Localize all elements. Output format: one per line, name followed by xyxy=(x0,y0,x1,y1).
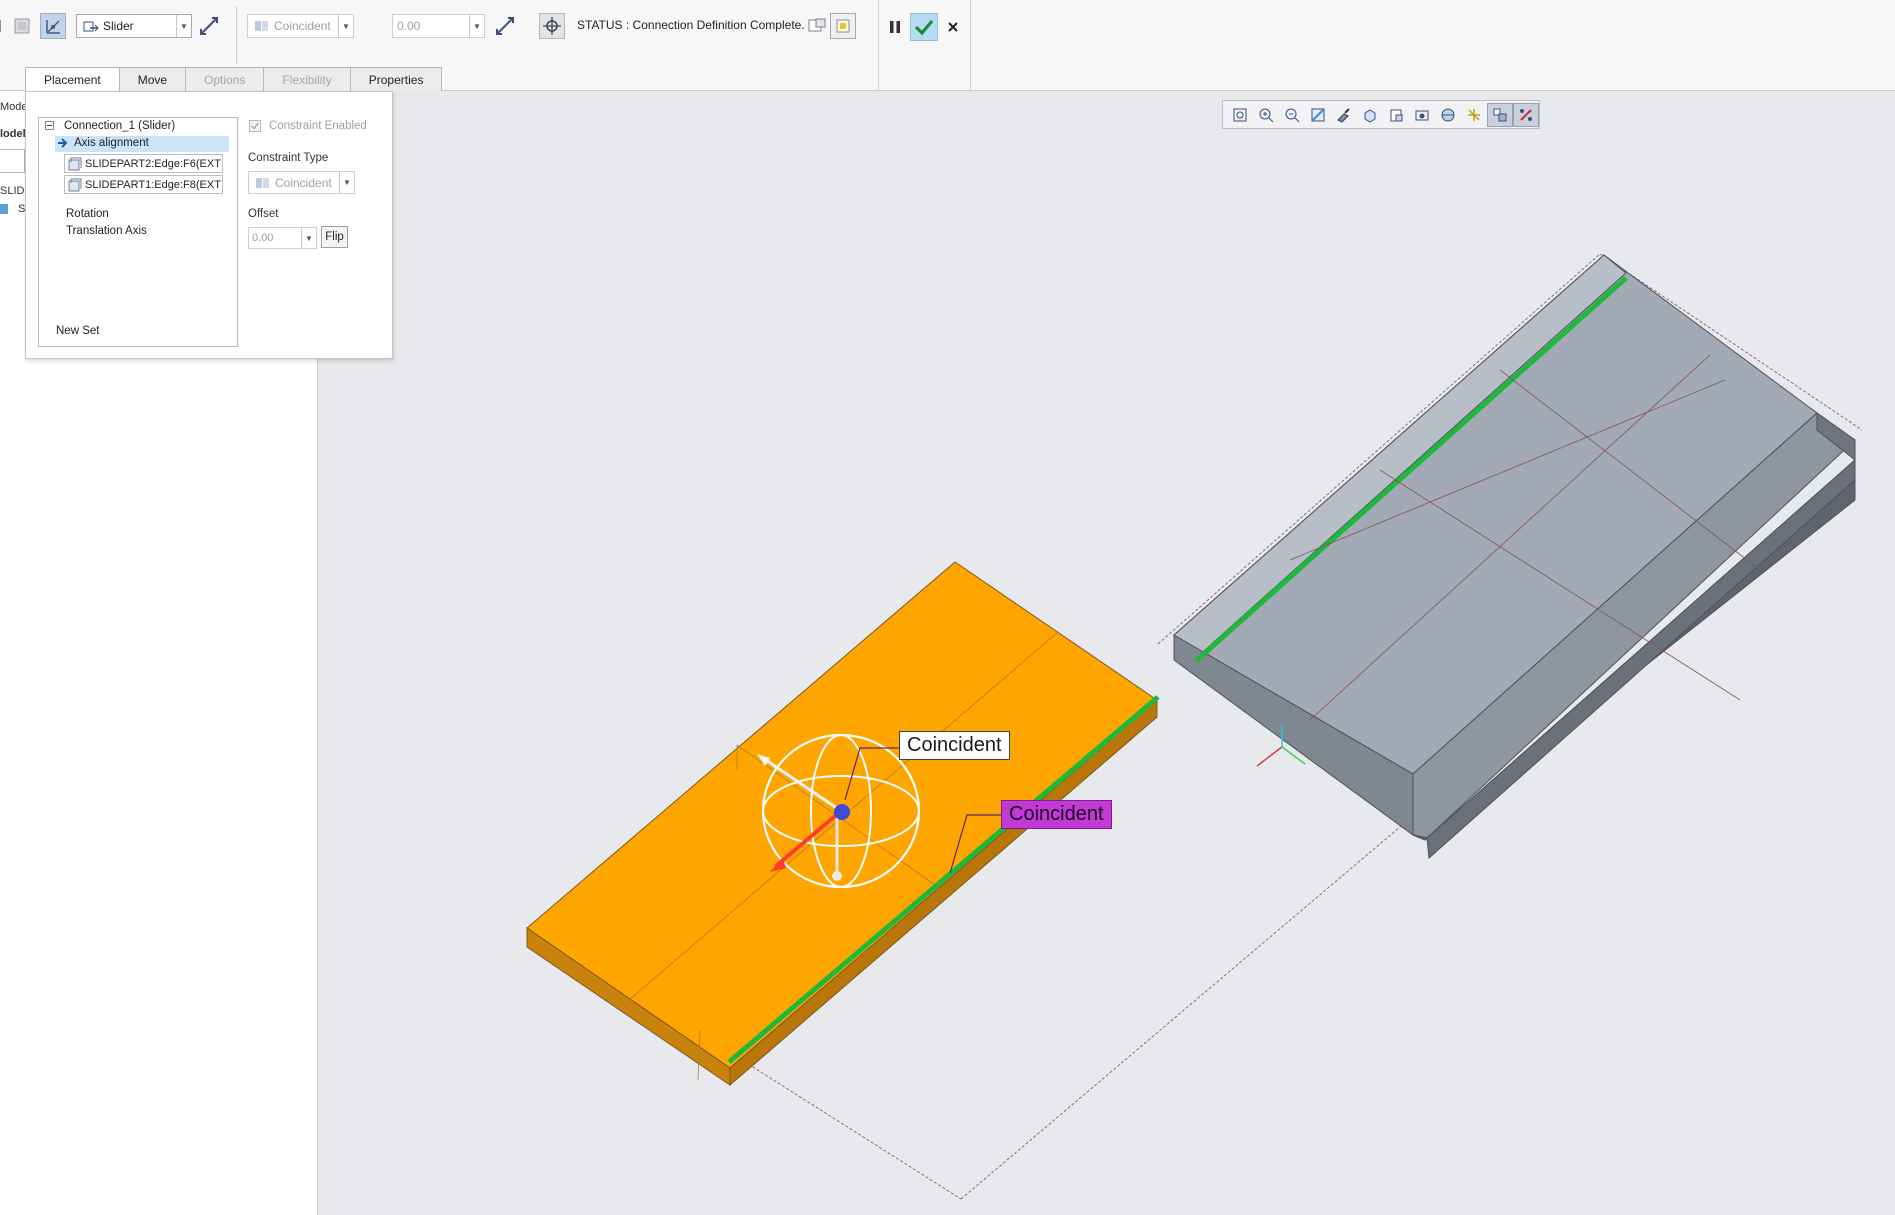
coincident-annotation-magenta[interactable]: Coincident xyxy=(1001,800,1112,829)
show-component-icon[interactable] xyxy=(830,13,856,39)
model-tree-label: Mode xyxy=(0,101,28,113)
dashboard-tabs: Placement Move Options Flexibility Prope… xyxy=(25,67,443,92)
constraint-item-axis-alignment[interactable]: Axis alignment xyxy=(55,136,229,152)
refit-icon[interactable] xyxy=(1227,103,1253,127)
annotation-display-icon[interactable] xyxy=(1513,102,1539,127)
new-set-item[interactable]: New Set xyxy=(56,325,99,337)
close-icon[interactable] xyxy=(940,14,966,40)
toolbar-separator xyxy=(236,6,237,64)
slider-icon xyxy=(83,19,99,33)
flip-constraint-icon[interactable] xyxy=(492,13,518,39)
connection-type-value: Slider xyxy=(103,19,134,33)
part-icon xyxy=(0,203,10,218)
offset-label: Offset xyxy=(248,208,279,220)
connection-item[interactable]: Connection_1 (Slider) xyxy=(64,120,175,132)
coincident-icon xyxy=(254,19,270,33)
graphics-window[interactable]: Coincident Coincident xyxy=(318,91,1895,1215)
tab-flexibility[interactable]: Flexibility xyxy=(263,67,351,91)
coincident-icon xyxy=(255,176,271,190)
repaint-icon[interactable] xyxy=(1305,103,1331,127)
model-tree-header: lodel xyxy=(0,128,26,140)
translation-axis-item[interactable]: Translation Axis xyxy=(66,225,147,237)
saved-views-icon[interactable] xyxy=(1357,103,1383,127)
offset-input[interactable]: 0.00 ▼ xyxy=(392,14,485,38)
toolbar-separator xyxy=(970,0,971,90)
chevron-down-icon[interactable]: ▼ xyxy=(469,15,484,37)
display-style-icon[interactable] xyxy=(1383,103,1409,127)
mechanism-connection-icon[interactable] xyxy=(40,13,66,39)
zoom-out-icon[interactable] xyxy=(1279,103,1305,127)
offset-field[interactable]: 0.00 ▼ xyxy=(248,227,317,249)
collapse-icon[interactable] xyxy=(45,121,55,134)
flip-direction-icon[interactable] xyxy=(196,13,222,39)
view-toolbar xyxy=(1222,100,1540,129)
move-component-icon[interactable] xyxy=(539,13,565,39)
chevron-down-icon[interactable]: ▼ xyxy=(338,15,353,37)
zoom-in-icon[interactable] xyxy=(1253,103,1279,127)
tab-options[interactable]: Options xyxy=(185,67,265,91)
constraint-set-tree: Connection_1 (Slider) Axis alignment SLI… xyxy=(38,117,238,347)
offset-field-value: 0.00 xyxy=(252,232,274,244)
spin-center-icon[interactable] xyxy=(1487,102,1513,127)
arrow-right-icon xyxy=(57,137,69,152)
shading-icon[interactable] xyxy=(1331,103,1357,127)
status-text: STATUS : Connection Definition Complete. xyxy=(577,18,805,32)
appearance-icon[interactable] xyxy=(1435,103,1461,127)
toolbar-separator xyxy=(878,0,879,90)
partial-icon[interactable] xyxy=(0,13,4,39)
tab-properties[interactable]: Properties xyxy=(349,67,443,91)
chevron-down-icon[interactable]: ▼ xyxy=(301,228,316,248)
connection-type-select[interactable]: Slider ▼ xyxy=(76,14,192,38)
reference-label: SLIDEPART2:Edge:F6(EXT xyxy=(85,157,221,170)
tab-move[interactable]: Move xyxy=(118,67,187,91)
constraint-enabled-checkbox[interactable] xyxy=(249,120,261,135)
user-defined-icon[interactable] xyxy=(9,13,35,39)
rotation-item[interactable]: Rotation xyxy=(66,208,109,220)
constraint-type-label: Constraint Type xyxy=(248,152,329,164)
model-tree-filter[interactable] xyxy=(0,149,25,173)
offset-value: 0.00 xyxy=(397,19,421,33)
datum-display-icon[interactable] xyxy=(1461,103,1487,127)
slidepart2-model[interactable] xyxy=(1173,254,1856,860)
check-icon[interactable] xyxy=(910,13,938,41)
tab-placement[interactable]: Placement xyxy=(25,67,120,92)
chevron-down-icon[interactable]: ▼ xyxy=(176,15,191,37)
reference-1[interactable]: SLIDEPART2:Edge:F6(EXT xyxy=(64,154,223,173)
coincident-annotation-white[interactable]: Coincident xyxy=(899,731,1010,760)
constraint-type-select[interactable]: Coincident ▼ xyxy=(247,14,354,38)
reference-2[interactable]: SLIDEPART1:Edge:F8(EXT xyxy=(64,175,223,194)
reference-label: SLIDEPART1:Edge:F8(EXT xyxy=(85,178,221,191)
perspective-icon[interactable] xyxy=(1409,103,1435,127)
model-view[interactable] xyxy=(318,91,1895,1215)
pause-icon[interactable] xyxy=(882,14,908,40)
edge-reference-icon xyxy=(68,178,82,192)
edge-reference-icon xyxy=(68,157,82,171)
constraint-label: Axis alignment xyxy=(74,137,149,149)
separate-window-icon[interactable] xyxy=(804,13,830,39)
constraint-type-value: Coincident xyxy=(274,19,331,33)
